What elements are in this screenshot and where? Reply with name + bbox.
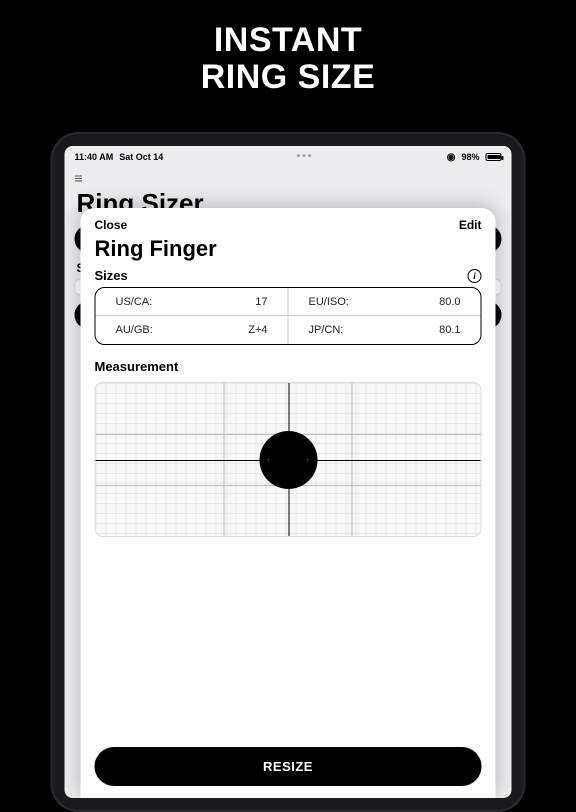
promo-line-1: INSTANT (0, 22, 576, 59)
size-value: 80.0 (439, 296, 460, 308)
crosshair-horizontal (96, 460, 481, 461)
size-label: US/CA: (116, 296, 153, 308)
resize-button[interactable]: RESIZE (95, 747, 482, 786)
detail-modal: Close Edit Ring Finger Sizes i US/CA: 17… (81, 208, 496, 798)
status-bar: 11:40 AM Sat Oct 14 ••• ◉ 98% (65, 146, 512, 164)
promo-headline: INSTANT RING SIZE (0, 0, 576, 97)
status-time: 11:40 AM (75, 152, 114, 162)
sizes-table: US/CA: 17 EU/ISO: 80.0 AU/GB: Z+4 JP/CN: (95, 287, 482, 345)
battery-percent: 98% (461, 152, 479, 162)
modal-title: Ring Finger (95, 234, 482, 268)
size-label: JP/CN: (309, 324, 344, 336)
table-row: US/CA: 17 EU/ISO: 80.0 (96, 288, 481, 316)
edit-button[interactable]: Edit (459, 218, 482, 232)
measurement-section-label: Measurement (95, 359, 482, 374)
size-cell-usca: US/CA: 17 (96, 288, 289, 315)
measurement-grid[interactable]: ← → (95, 382, 482, 537)
wifi-icon: ◉ (447, 152, 456, 163)
table-row: AU/GB: Z+4 JP/CN: 80.1 (96, 316, 481, 344)
info-icon[interactable]: i (468, 269, 482, 283)
size-cell-augb: AU/GB: Z+4 (96, 316, 289, 344)
hamburger-menu-icon[interactable]: ≡ (65, 164, 512, 186)
size-cell-jpcn: JP/CN: 80.1 (289, 316, 481, 344)
status-date: Sat Oct 14 (119, 152, 163, 162)
sizes-section-label: Sizes (95, 268, 128, 283)
size-label: AU/GB: (116, 324, 153, 336)
device-screen: 11:40 AM Sat Oct 14 ••• ◉ 98% ≡ Ring Siz… (65, 146, 512, 798)
size-cell-euiso: EU/ISO: 80.0 (289, 288, 481, 315)
close-button[interactable]: Close (95, 218, 128, 232)
size-value: Z+4 (248, 324, 267, 336)
size-label: EU/ISO: (309, 296, 349, 308)
size-value: 17 (255, 296, 267, 308)
multitask-dots: ••• (297, 153, 314, 161)
size-value: 80.1 (439, 324, 460, 336)
battery-icon (485, 153, 501, 161)
promo-line-2: RING SIZE (0, 59, 576, 96)
tablet-frame: 11:40 AM Sat Oct 14 ••• ◉ 98% ≡ Ring Siz… (51, 132, 526, 812)
